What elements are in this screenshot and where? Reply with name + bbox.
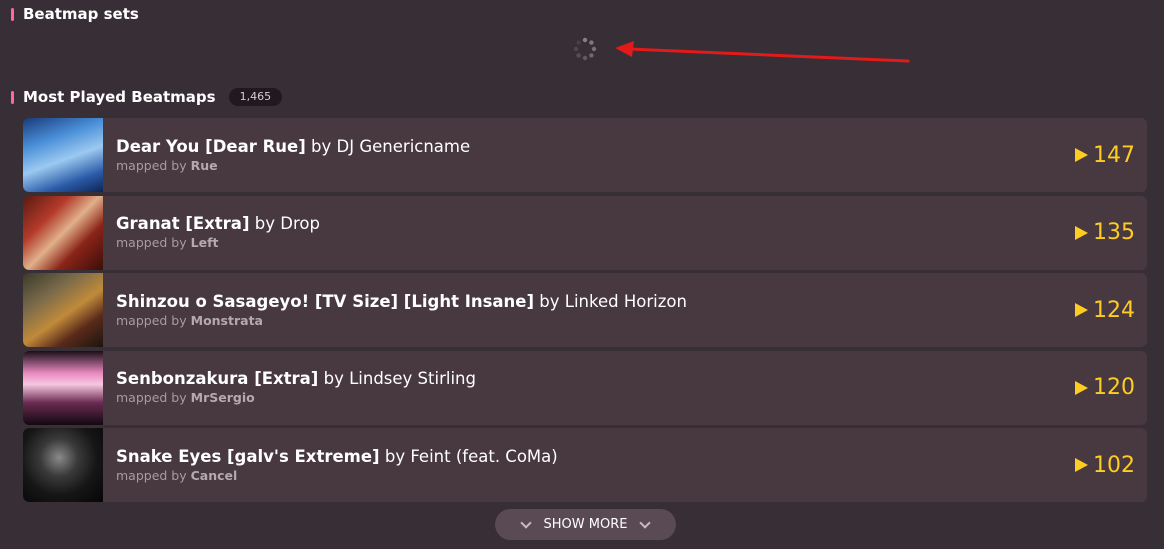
play-count-value: 124: [1093, 297, 1135, 323]
spinner-icon: [573, 37, 597, 61]
play-count: 147: [1075, 118, 1135, 192]
play-icon: [1075, 225, 1088, 240]
beatmap-title-line[interactable]: Senbonzakura [Extra] by Lindsey Stirling: [116, 369, 476, 389]
beatmap-row[interactable]: Granat [Extra] by Drop mapped by Left 13…: [23, 195, 1147, 270]
beatmap-list: Dear You [Dear Rue] by DJ Genericname ma…: [23, 118, 1147, 506]
chevron-down-icon: [639, 516, 652, 529]
beatmap-title[interactable]: Shinzou o Sasageyo! [TV Size] [Light Ins…: [116, 292, 534, 311]
mapper-link[interactable]: Monstrata: [191, 313, 263, 328]
beatmap-artist: Linked Horizon: [564, 291, 687, 311]
by-label: by: [539, 291, 560, 311]
count-badge: 1,465: [228, 88, 283, 106]
play-count-value: 147: [1093, 142, 1135, 168]
play-icon: [1075, 380, 1088, 395]
section-accent-bar: [11, 7, 14, 21]
mapper-line: mapped by Cancel: [116, 467, 558, 484]
beatmap-artist: DJ Genericname: [336, 136, 471, 156]
beatmap-cover-image[interactable]: [23, 195, 103, 270]
mapper-link[interactable]: Left: [191, 235, 219, 250]
mapper-line: mapped by Monstrata: [116, 312, 687, 329]
beatmap-title-line[interactable]: Granat [Extra] by Drop: [116, 214, 320, 234]
mapped-by-label: mapped by: [116, 467, 187, 483]
play-icon: [1075, 458, 1088, 472]
beatmap-title[interactable]: Senbonzakura [Extra]: [116, 369, 318, 388]
mapper-link[interactable]: Cancel: [191, 468, 238, 483]
show-more-button[interactable]: SHOW MORE: [495, 509, 676, 540]
mapped-by-label: mapped by: [116, 235, 187, 250]
mapper-line: mapped by MrSergio: [116, 389, 476, 406]
most-played-title: Most Played Beatmaps: [23, 88, 216, 106]
beatmap-info: Dear You [Dear Rue] by DJ Genericname ma…: [116, 137, 470, 174]
beatmap-info: Senbonzakura [Extra] by Lindsey Stirling…: [116, 369, 476, 406]
beatmap-row[interactable]: Dear You [Dear Rue] by DJ Genericname ma…: [23, 118, 1147, 192]
beatmap-title-line[interactable]: Snake Eyes [galv's Extreme] by Feint (fe…: [116, 447, 558, 467]
play-count: 135: [1075, 196, 1135, 270]
by-label: by: [384, 446, 406, 466]
mapped-by-label: mapped by: [116, 390, 187, 405]
mapper-line: mapped by Rue: [116, 157, 470, 174]
mapper-line: mapped by Left: [116, 234, 320, 251]
section-accent-bar: [11, 90, 14, 104]
play-count-value: 120: [1093, 375, 1135, 400]
mapper-link[interactable]: Rue: [191, 158, 218, 173]
play-count-value: 135: [1093, 220, 1135, 245]
by-label: by: [311, 136, 332, 156]
beatmap-artist: Drop: [280, 214, 320, 233]
play-count: 124: [1075, 273, 1135, 347]
beatmap-title[interactable]: Snake Eyes [galv's Extreme]: [116, 447, 380, 466]
play-count-value: 102: [1093, 452, 1135, 478]
beatmap-cover-image[interactable]: [23, 350, 103, 425]
beatmap-artist: Feint (feat. CoMa): [410, 446, 558, 466]
by-label: by: [254, 214, 275, 233]
mapped-by-label: mapped by: [116, 312, 187, 328]
most-played-header: Most Played Beatmaps 1,465: [11, 88, 283, 106]
beatmap-info: Snake Eyes [galv's Extreme] by Feint (fe…: [116, 447, 558, 484]
beatmap-row[interactable]: Senbonzakura [Extra] by Lindsey Stirling…: [23, 350, 1147, 425]
play-count: 102: [1075, 428, 1135, 502]
beatmap-cover-image[interactable]: [23, 428, 103, 502]
beatmap-title[interactable]: Dear You [Dear Rue]: [116, 137, 306, 156]
mapper-link[interactable]: MrSergio: [191, 390, 255, 405]
chevron-down-icon: [519, 516, 532, 529]
beatmap-info: Granat [Extra] by Drop mapped by Left: [116, 214, 320, 251]
beatmap-title[interactable]: Granat [Extra]: [116, 214, 249, 233]
show-more-label: SHOW MORE: [543, 517, 628, 532]
beatmap-artist: Lindsey Stirling: [349, 369, 476, 388]
play-icon: [1075, 148, 1088, 162]
beatmap-title-line[interactable]: Dear You [Dear Rue] by DJ Genericname: [116, 137, 470, 157]
by-label: by: [323, 369, 344, 388]
beatmap-cover-image[interactable]: [23, 118, 103, 192]
beatmap-sets-header: Beatmap sets: [11, 5, 139, 23]
beatmap-row[interactable]: Snake Eyes [galv's Extreme] by Feint (fe…: [23, 428, 1147, 502]
beatmap-info: Shinzou o Sasageyo! [TV Size] [Light Ins…: [116, 292, 687, 329]
beatmap-sets-title: Beatmap sets: [23, 5, 139, 23]
beatmap-title-line[interactable]: Shinzou o Sasageyo! [TV Size] [Light Ins…: [116, 292, 687, 312]
beatmap-cover-image[interactable]: [23, 273, 103, 347]
play-icon: [1075, 303, 1088, 317]
mapped-by-label: mapped by: [116, 157, 187, 173]
play-count: 120: [1075, 351, 1135, 425]
beatmap-row[interactable]: Shinzou o Sasageyo! [TV Size] [Light Ins…: [23, 273, 1147, 347]
